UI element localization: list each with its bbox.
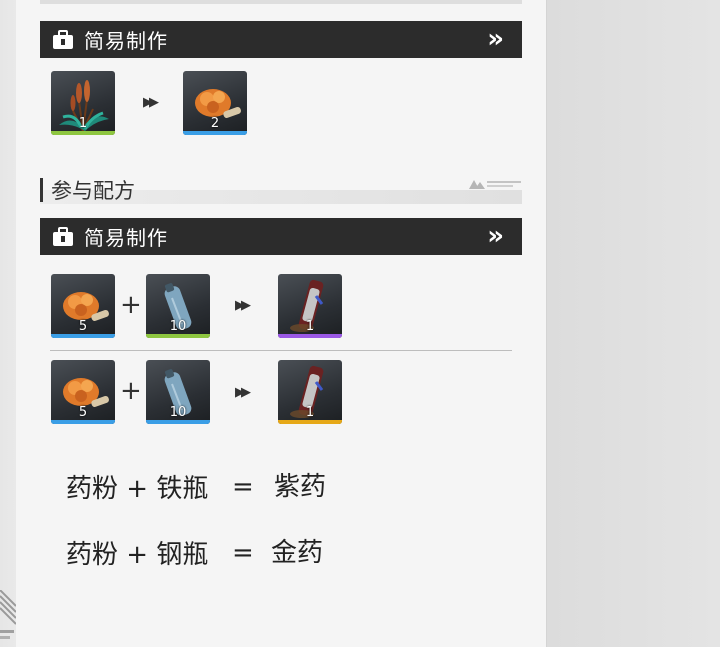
item-slot-gold-potion[interactable]: 1 [278, 360, 342, 424]
item-count: 5 [78, 319, 88, 334]
rarity-bar [183, 131, 247, 135]
section-marker [40, 178, 43, 202]
double-chevron-right-icon[interactable]: » [487, 221, 504, 251]
item-count: 1 [305, 405, 315, 420]
item-count: 2 [210, 116, 220, 131]
simple-craft-header-2[interactable]: 简易制作 » [40, 218, 522, 255]
item-count: 5 [78, 405, 88, 420]
plus-sign: + [120, 290, 142, 320]
double-chevron-right-icon[interactable]: » [487, 24, 504, 54]
item-count: 10 [169, 319, 187, 334]
item-slot-powder[interactable]: 2 [183, 71, 247, 135]
section-title-text: 参与配方 [51, 179, 135, 203]
striped-decoration-icon [0, 590, 16, 639]
annotation-left-1: 药粉 + 铁瓶 [66, 474, 209, 504]
header-title: 简易制作 [84, 29, 168, 53]
header-title: 简易制作 [84, 226, 168, 250]
top-divider [40, 0, 522, 4]
item-slot-powder[interactable]: 5 [51, 274, 115, 338]
plus-sign: + [120, 376, 142, 406]
rarity-bar [146, 420, 210, 424]
arrow-right-icon: ▶▶ [235, 385, 251, 400]
rarity-bar [51, 420, 115, 424]
annotation-right-1: 紫药 [274, 472, 327, 502]
item-slot-steel-bottle[interactable]: 10 [146, 360, 210, 424]
rarity-bar [278, 334, 342, 338]
rarity-bar [146, 334, 210, 338]
annotation-eq-1: = [232, 472, 254, 502]
item-slot-iron-bottle[interactable]: 10 [146, 274, 210, 338]
toolbox-icon [52, 226, 74, 247]
annotation-right-2: 金药 [271, 538, 324, 568]
item-slot-powder[interactable]: 5 [51, 360, 115, 424]
watermark-logo-icon [469, 180, 521, 189]
annotation-eq-2: = [232, 538, 254, 568]
rarity-bar [51, 334, 115, 338]
annotation-left-2: 药粉 + 钢瓶 [66, 540, 209, 570]
item-slot-reed[interactable]: 1 [51, 71, 115, 135]
simple-craft-header[interactable]: 简易制作 » [40, 21, 522, 58]
section-title: 参与配方 [40, 176, 135, 204]
recipe-divider [50, 350, 512, 351]
item-slot-purple-potion[interactable]: 1 [278, 274, 342, 338]
arrow-right-icon: ▶▶ [143, 95, 159, 110]
item-count: 10 [169, 405, 187, 420]
item-count: 1 [305, 319, 315, 334]
rarity-bar [51, 131, 115, 135]
arrow-right-icon: ▶▶ [235, 298, 251, 313]
toolbox-icon [52, 29, 74, 50]
rarity-bar [278, 420, 342, 424]
item-count: 1 [78, 116, 88, 131]
